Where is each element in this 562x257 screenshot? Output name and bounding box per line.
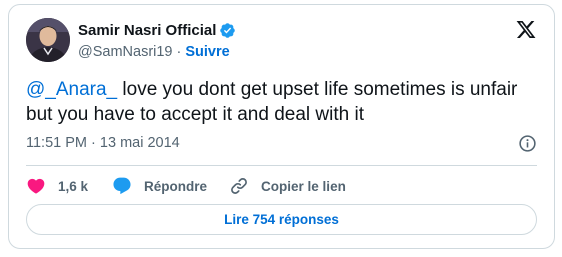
avatar-photo bbox=[26, 18, 70, 62]
reply-label: Répondre bbox=[144, 178, 208, 194]
tweet-timestamp-link[interactable]: 11:51 PM · 13 mai 2014 bbox=[26, 135, 180, 151]
author-avatar[interactable] bbox=[26, 18, 70, 62]
embedded-tweet-card: Samir Nasri Official @SamNasri19 · Suivre … bbox=[8, 4, 555, 249]
timestamp-separator: · bbox=[91, 135, 96, 151]
author-handle[interactable]: @SamNasri19 bbox=[78, 44, 173, 60]
author-handle-row: @SamNasri19 · Suivre bbox=[78, 44, 230, 60]
heart-icon bbox=[27, 178, 45, 194]
x-logo-icon[interactable] bbox=[515, 19, 537, 40]
read-replies-button[interactable]: Lire 754 réponses bbox=[26, 204, 537, 235]
link-icon bbox=[231, 178, 247, 194]
like-count: 1,6 k bbox=[58, 178, 89, 194]
author-name-row: Samir Nasri Official bbox=[78, 22, 236, 39]
card-divider bbox=[26, 165, 537, 166]
tweet-date: 13 mai 2014 bbox=[99, 135, 180, 151]
tweet-mention-link[interactable]: @_Anara_ bbox=[26, 79, 117, 100]
read-replies-label: Lire 754 réponses bbox=[224, 212, 339, 227]
info-icon[interactable] bbox=[518, 134, 537, 153]
reply-bubble-icon bbox=[113, 177, 131, 195]
follow-link[interactable]: Suivre bbox=[185, 44, 229, 60]
copy-link-button[interactable]: Copier le lien bbox=[229, 176, 346, 196]
tweet-text: @_Anara_ love you dont get upset life so… bbox=[26, 77, 526, 127]
tweet-time: 11:51 PM bbox=[26, 135, 87, 151]
reply-button[interactable]: Répondre bbox=[112, 176, 207, 196]
tweet-actions-bar: 1,6 k Répondre Copier le lien bbox=[26, 173, 346, 199]
copy-link-label: Copier le lien bbox=[261, 178, 346, 194]
author-display-name[interactable]: Samir Nasri Official bbox=[78, 22, 216, 39]
like-button[interactable]: 1,6 k bbox=[26, 176, 88, 196]
handle-separator: · bbox=[176, 44, 182, 60]
verified-badge-icon bbox=[220, 23, 236, 38]
